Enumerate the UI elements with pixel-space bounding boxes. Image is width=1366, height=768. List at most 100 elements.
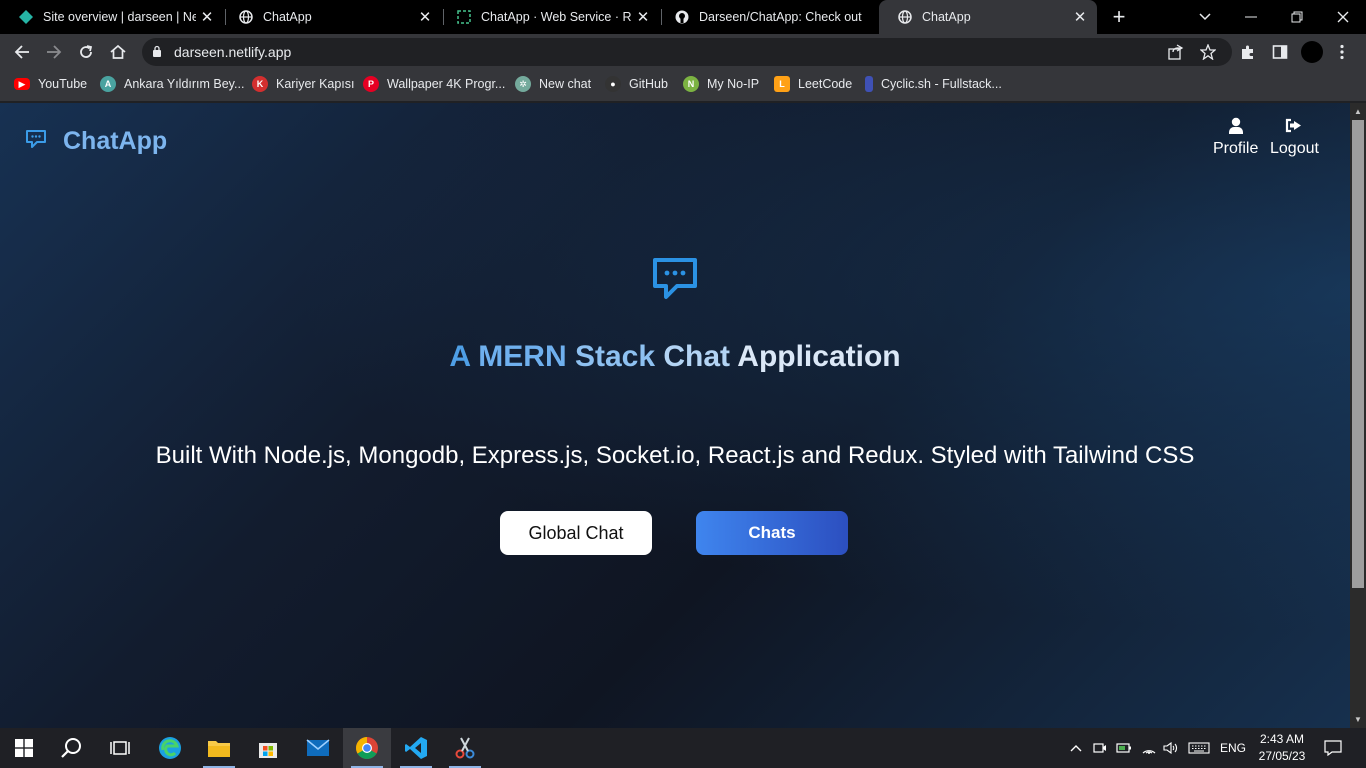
bookmark-star-icon[interactable]: [1194, 38, 1222, 66]
close-window-button[interactable]: [1320, 0, 1366, 34]
bookmark-label: Kariyer Kapısı: [276, 77, 355, 91]
headline-word: Stack: [574, 340, 656, 373]
profile-avatar[interactable]: [1301, 41, 1323, 63]
profile-label: Profile: [1213, 140, 1259, 157]
bookmark-noip[interactable]: N My No-IP: [683, 74, 759, 94]
notifications-icon[interactable]: [1316, 728, 1350, 768]
close-icon[interactable]: ✕: [414, 6, 436, 28]
headline-word: Chat: [663, 340, 731, 373]
task-view-icon[interactable]: [96, 728, 144, 768]
vscode-icon[interactable]: [392, 728, 440, 768]
global-chat-button[interactable]: Global Chat: [500, 511, 652, 555]
edge-icon[interactable]: [146, 728, 194, 768]
cyclic-icon: [865, 76, 873, 92]
restore-button[interactable]: [1274, 0, 1320, 34]
address-bar[interactable]: [142, 38, 1232, 66]
arrow-left-icon: [14, 45, 29, 59]
kariyer-icon: K: [252, 76, 268, 92]
bookmark-github[interactable]: ● GitHub: [605, 74, 668, 94]
bookmark-label: Ankara Yıldırım Bey...: [124, 77, 245, 91]
globe-icon: [897, 9, 913, 25]
globe-icon: [238, 9, 254, 25]
forward-button[interactable]: [40, 38, 68, 66]
bookmark-label: New chat: [539, 77, 592, 91]
bookmark-label: Cyclic.sh - Fullstack...: [881, 77, 1002, 91]
battery-icon[interactable]: [1114, 728, 1134, 768]
share-icon[interactable]: [1162, 38, 1190, 66]
chats-button[interactable]: Chats: [696, 511, 848, 555]
chrome-icon[interactable]: [343, 728, 391, 768]
side-panel-icon[interactable]: [1266, 38, 1294, 66]
github-icon: [674, 9, 690, 25]
bookmark-wallpaper[interactable]: P Wallpaper 4K Progr...: [363, 74, 505, 94]
home-button[interactable]: [104, 38, 132, 66]
bookmark-ankara[interactable]: A Ankara Yıldırım Bey...: [100, 74, 244, 94]
tab-netlify[interactable]: Site overview | darseen | Netlify ✕: [0, 0, 224, 34]
search-icon[interactable]: [48, 728, 96, 768]
scroll-down-icon[interactable]: ▼: [1353, 714, 1363, 724]
touch-keyboard-icon[interactable]: [1186, 728, 1212, 768]
snipping-tool-icon[interactable]: [441, 728, 489, 768]
profile-link[interactable]: Profile: [1213, 115, 1258, 158]
file-explorer-icon[interactable]: [195, 728, 243, 768]
render-icon: [456, 9, 472, 25]
headline-word: Application: [737, 340, 901, 373]
brand-home-link[interactable]: ChatApp: [25, 127, 167, 156]
tab-title: ChatApp · Web Service · Render: [481, 10, 632, 24]
meet-now-icon[interactable]: [1090, 728, 1110, 768]
clock-time: 2:43 AM: [1259, 732, 1305, 746]
language-indicator[interactable]: ENG: [1216, 728, 1250, 768]
close-icon[interactable]: ✕: [1069, 6, 1091, 28]
user-icon: [1228, 115, 1244, 135]
store-icon[interactable]: [244, 728, 292, 768]
leetcode-icon: L: [774, 76, 790, 92]
logout-label: Logout: [1270, 140, 1319, 157]
tab-chatapp-active[interactable]: ChatApp ✕: [879, 0, 1097, 34]
bookmark-youtube[interactable]: ▶ YouTube: [14, 74, 87, 94]
minimize-button[interactable]: [1228, 0, 1274, 34]
bookmark-label: GitHub: [629, 77, 668, 91]
tab-search-chevron-icon[interactable]: [1182, 0, 1228, 34]
page-tagline: Built With Node.js, Mongodb, Express.js,…: [155, 442, 1195, 469]
extensions-puzzle-icon[interactable]: [1234, 38, 1262, 66]
reload-icon: [80, 45, 93, 58]
home-icon: [110, 44, 126, 59]
url-text[interactable]: darseen.netlify.app: [174, 44, 291, 60]
scrollbar-thumb[interactable]: [1352, 120, 1364, 588]
tab-render[interactable]: ChatApp · Web Service · Render ✕: [438, 0, 660, 34]
openai-icon: ✲: [515, 76, 531, 92]
chat-bubble-icon: [25, 129, 47, 154]
bookmark-cyclic[interactable]: Cyclic.sh - Fullstack...: [865, 74, 1002, 94]
logout-link[interactable]: Logout: [1270, 115, 1319, 158]
headline-word: A: [449, 340, 470, 373]
menu-kebab-icon[interactable]: [1328, 38, 1356, 66]
system-clock[interactable]: 2:43 AM 27/05/23: [1252, 731, 1312, 765]
noip-icon: N: [683, 76, 699, 92]
bookmark-label: YouTube: [38, 77, 88, 91]
close-icon[interactable]: ✕: [632, 6, 654, 28]
university-icon: A: [100, 76, 116, 92]
tab-title: Site overview | darseen | Netlify: [43, 10, 196, 24]
tab-title: Darseen/ChatApp: Check out: [699, 10, 862, 24]
arrow-right-icon: [47, 45, 62, 59]
tab-title: ChatApp: [263, 10, 312, 24]
close-icon[interactable]: ✕: [196, 6, 218, 28]
new-tab-button[interactable]: +: [1106, 4, 1132, 29]
back-button[interactable]: [8, 38, 36, 66]
bookmark-new-chat[interactable]: ✲ New chat: [515, 74, 591, 94]
bookmark-label: My No-IP: [707, 77, 760, 91]
tab-github[interactable]: Darseen/ChatApp: Check out: [656, 0, 878, 34]
tab-title: ChatApp: [922, 10, 971, 24]
mail-icon[interactable]: [294, 728, 342, 768]
scroll-up-icon[interactable]: ▲: [1353, 106, 1363, 116]
bookmark-label: Wallpaper 4K Progr...: [387, 77, 506, 91]
bookmark-leetcode[interactable]: L LeetCode: [774, 74, 852, 94]
bookmark-kariyer[interactable]: K Kariyer Kapısı: [252, 74, 355, 94]
start-icon[interactable]: [0, 728, 48, 768]
wifi-icon[interactable]: [1138, 728, 1160, 768]
tray-chevron-up-icon[interactable]: [1066, 728, 1086, 768]
tab-chatapp-1[interactable]: ChatApp ✕: [220, 0, 442, 34]
lock-icon[interactable]: [152, 45, 162, 63]
volume-icon[interactable]: [1160, 728, 1182, 768]
reload-button[interactable]: [72, 38, 100, 66]
